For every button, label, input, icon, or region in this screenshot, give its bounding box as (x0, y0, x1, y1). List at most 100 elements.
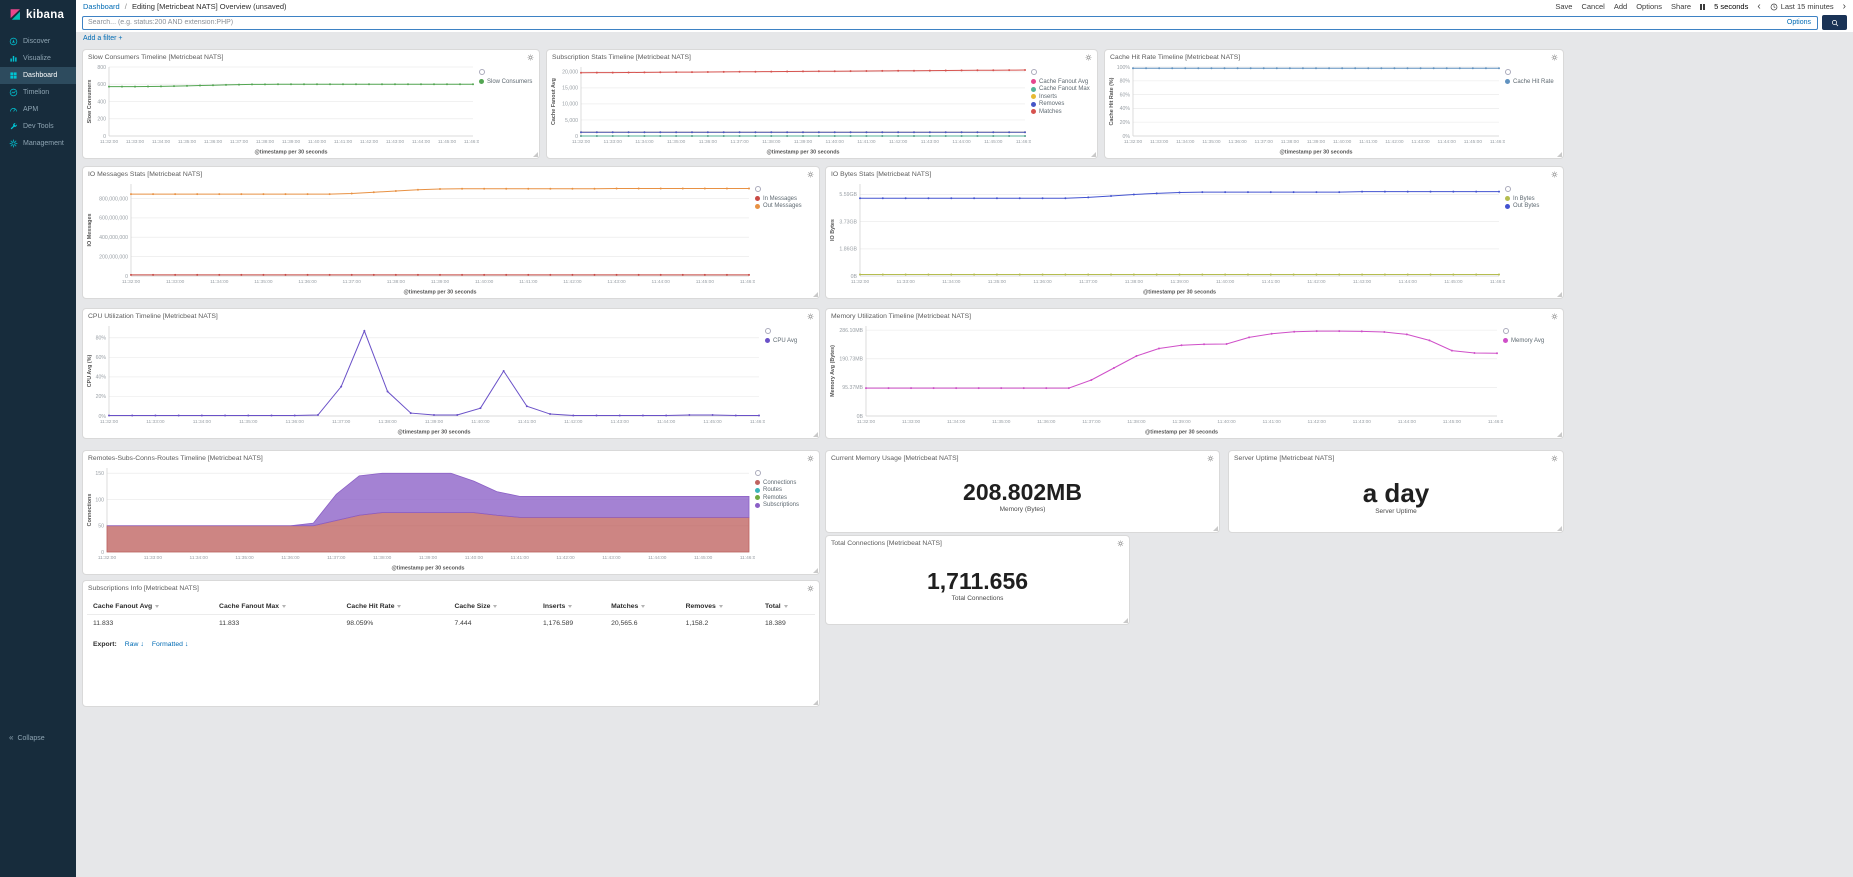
resize-handle[interactable] (813, 292, 818, 297)
search-button[interactable] (1822, 15, 1847, 30)
metric-value: 1,711.656 (927, 570, 1028, 593)
panel-gear-icon[interactable] (1551, 54, 1558, 61)
panel-gear-icon[interactable] (1085, 54, 1092, 61)
legend-item[interactable]: CPU Avg (765, 338, 817, 344)
time-forward-chevron-icon[interactable]: › (1843, 3, 1846, 10)
table-header-cell[interactable]: Inserts (537, 599, 605, 615)
add-filter-link[interactable]: Add a filter + (83, 35, 123, 42)
legend-item[interactable]: Remotes (755, 495, 817, 501)
kibana-logo[interactable]: kibana (0, 0, 76, 33)
table-header-cell[interactable]: Cache Hit Rate (341, 599, 449, 615)
time-range-picker[interactable]: Last 15 minutes (1770, 2, 1834, 11)
legend-toggle-icon[interactable] (1505, 69, 1511, 75)
svg-text:11:45:00: 11:45:00 (1443, 419, 1462, 425)
legend-color-dot (1503, 338, 1508, 343)
time-back-chevron-icon[interactable]: ‹ (1757, 3, 1760, 10)
svg-text:@timestamp per 30 seconds: @timestamp per 30 seconds (392, 566, 465, 572)
sidebar-item-discover[interactable]: Discover (0, 33, 76, 50)
panel-title: Subscription Stats Timeline [Metricbeat … (552, 54, 691, 61)
panel-gear-icon[interactable] (807, 313, 814, 320)
breadcrumb-dashboard-link[interactable]: Dashboard (83, 2, 120, 11)
legend-item[interactable]: Slow Consumers (479, 79, 537, 85)
legend-item[interactable]: Cache Fanout Avg (1031, 79, 1095, 85)
panel-gear-icon[interactable] (1117, 540, 1124, 547)
resize-handle[interactable] (533, 152, 538, 157)
breadcrumb-separator: / (125, 2, 127, 11)
timelion-icon (9, 88, 18, 97)
refresh-interval[interactable]: 5 seconds (1714, 2, 1748, 11)
query-options-link[interactable]: Options (1781, 19, 1817, 26)
resize-handle[interactable] (813, 432, 818, 437)
table-header-cell[interactable]: Cache Size (448, 599, 536, 615)
sidebar-item-management[interactable]: Management (0, 135, 76, 152)
legend-item[interactable]: Removes (1031, 101, 1095, 107)
legend-item[interactable]: Inserts (1031, 94, 1095, 100)
panel-gear-icon[interactable] (1551, 171, 1558, 178)
legend-toggle-icon[interactable] (755, 470, 761, 476)
resize-handle[interactable] (1123, 618, 1128, 623)
resize-handle[interactable] (1557, 152, 1562, 157)
table-header-cell[interactable]: Removes (680, 599, 759, 615)
resize-handle[interactable] (1213, 526, 1218, 531)
resize-handle[interactable] (1091, 152, 1096, 157)
svg-text:11:40:00: 11:40:00 (475, 279, 494, 285)
panel-gear-icon[interactable] (807, 455, 814, 462)
export-raw-link[interactable]: Raw↓ (125, 641, 144, 648)
download-icon: ↓ (185, 641, 189, 648)
resize-handle[interactable] (1557, 432, 1562, 437)
resize-handle[interactable] (813, 568, 818, 573)
cancel-button[interactable]: Cancel (1581, 2, 1604, 11)
panel-gear-icon[interactable] (807, 585, 814, 592)
panel-gear-icon[interactable] (1551, 313, 1558, 320)
resize-handle[interactable] (813, 700, 818, 705)
table-header-cell[interactable]: Total (759, 599, 815, 615)
legend-item[interactable]: Cache Hit Rate (1505, 79, 1561, 85)
legend-item[interactable]: In Messages (755, 196, 817, 202)
add-button[interactable]: Add (1614, 2, 1627, 11)
legend-item[interactable]: Cache Fanout Max (1031, 86, 1095, 92)
resize-handle[interactable] (1557, 292, 1562, 297)
legend-item[interactable]: Memory Avg (1503, 338, 1561, 344)
panel-gear-icon[interactable] (1551, 455, 1558, 462)
sidebar-item-visualize[interactable]: Visualize (0, 50, 76, 67)
sidebar-item-apm[interactable]: APM (0, 101, 76, 118)
legend-item[interactable]: Subscriptions (755, 502, 817, 508)
sidebar-item-label: Dashboard (23, 72, 57, 79)
panel-gear-icon[interactable] (807, 171, 814, 178)
legend-toggle-icon[interactable] (1503, 328, 1509, 334)
sidebar-collapse-button[interactable]: « Collapse (0, 731, 76, 745)
table-header-cell[interactable]: Matches (605, 599, 679, 615)
legend-item[interactable]: Out Bytes (1505, 203, 1561, 209)
legend-toggle-icon[interactable] (765, 328, 771, 334)
sort-caret-icon (784, 605, 788, 608)
table-header-cell[interactable]: Cache Fanout Avg (87, 599, 213, 615)
legend-item[interactable]: Routes (755, 487, 817, 493)
share-button[interactable]: Share (1671, 2, 1691, 11)
pause-refresh-icon[interactable] (1700, 4, 1705, 10)
legend-item[interactable]: Connections (755, 480, 817, 486)
legend-item[interactable]: Matches (1031, 109, 1095, 115)
panel-total-connections: Total Connections [Metricbeat NATS] 1,71… (825, 535, 1130, 625)
legend-item[interactable]: In Bytes (1505, 196, 1561, 202)
panel-gear-icon[interactable] (527, 54, 534, 61)
svg-text:11:34:00: 11:34:00 (190, 555, 209, 561)
sidebar-item-dev-tools[interactable]: Dev Tools (0, 118, 76, 135)
legend-toggle-icon[interactable] (1505, 186, 1511, 192)
options-button[interactable]: Options (1636, 2, 1662, 11)
resize-handle[interactable] (1557, 526, 1562, 531)
export-formatted-link[interactable]: Formatted↓ (152, 641, 188, 648)
svg-text:11:36:00: 11:36:00 (1037, 419, 1056, 425)
save-button[interactable]: Save (1555, 2, 1572, 11)
svg-text:11:40:00: 11:40:00 (471, 419, 490, 425)
svg-text:11:36:00: 11:36:00 (204, 139, 223, 145)
legend-item[interactable]: Out Messages (755, 203, 817, 209)
table-header-cell[interactable]: Cache Fanout Max (213, 599, 340, 615)
search-input[interactable] (83, 19, 1781, 26)
sidebar-item-timelion[interactable]: Timelion (0, 84, 76, 101)
legend-toggle-icon[interactable] (1031, 69, 1037, 75)
panel-gear-icon[interactable] (1207, 455, 1214, 462)
svg-text:11:38:00: 11:38:00 (1127, 419, 1146, 425)
legend-toggle-icon[interactable] (755, 186, 761, 192)
sidebar-item-dashboard[interactable]: Dashboard (0, 67, 76, 84)
legend-toggle-icon[interactable] (479, 69, 485, 75)
